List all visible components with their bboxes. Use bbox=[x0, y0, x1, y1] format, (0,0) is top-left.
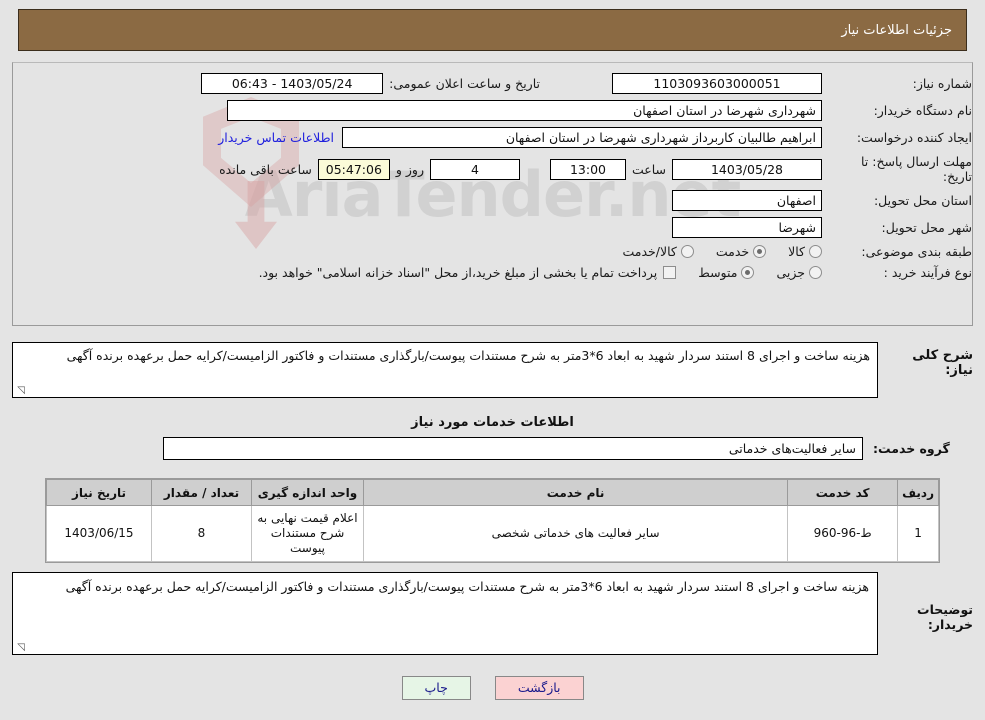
page-root: جزئیات اطلاعات نیاز AriaTender.net شماره… bbox=[0, 0, 985, 720]
th-need-date: تاریخ نیاز bbox=[46, 479, 152, 506]
buyer-org-label: نام دستگاه خریدار: bbox=[873, 103, 972, 118]
footer-actions: بازگشت چاپ bbox=[0, 676, 985, 700]
cell-quantity: 8 bbox=[151, 505, 252, 562]
deadline-label: مهلت ارسال پاسخ: تا تاریخ: bbox=[861, 154, 972, 184]
print-button[interactable]: چاپ bbox=[401, 676, 471, 700]
cell-service-name: سایر فعالیت های خدماتی شخصی bbox=[362, 505, 789, 562]
services-section-title: اطلاعات خدمات مورد نیاز bbox=[411, 415, 574, 430]
buyer-org-field[interactable]: شهرداری شهرضا در استان اصفهان bbox=[227, 100, 822, 121]
buyer-notes-label: توضیحات خریدار: bbox=[917, 602, 973, 632]
delivery-province-field[interactable]: اصفهان bbox=[672, 190, 822, 211]
general-description-text: هزینه ساخت و اجرای 8 استند سردار شهید به… bbox=[66, 348, 870, 363]
row-deadline: مهلت ارسال پاسخ: تا تاریخ: 1403/05/28 سا… bbox=[13, 154, 972, 184]
category-option-goods-service[interactable]: کالا/خدمت bbox=[622, 244, 694, 259]
deadline-countdown-field: 05:47:06 bbox=[317, 158, 390, 180]
radio-minor-label: جزیی bbox=[776, 265, 805, 280]
buyer-notes-field[interactable]: هزینه ساخت و اجرای 8 استند سردار شهید به… bbox=[12, 572, 878, 655]
row-delivery-city: شهر محل تحویل: شهرضا bbox=[13, 217, 972, 238]
payment-note-text: پرداخت تمام یا بخشی از مبلغ خرید،از محل … bbox=[258, 265, 658, 280]
deadline-days-label: روز و bbox=[395, 161, 424, 177]
deadline-countdown-label: ساعت باقی مانده bbox=[219, 161, 312, 177]
radio-minor-icon[interactable] bbox=[809, 266, 822, 279]
radio-medium-label: متوسط bbox=[698, 265, 738, 280]
general-description-field[interactable]: هزینه ساخت و اجرای 8 استند سردار شهید به… bbox=[12, 342, 878, 398]
notes-resize-grip-icon[interactable]: ◹ bbox=[15, 643, 25, 653]
row-purchase-type: نوع فرآیند خرید : جزیی متوسط پرداخت تمام… bbox=[13, 265, 972, 280]
purchase-type-label: نوع فرآیند خرید : bbox=[883, 265, 972, 280]
items-table: ردیف کد خدمت نام خدمت واحد اندازه گیری ت… bbox=[46, 479, 939, 562]
radio-service-icon[interactable] bbox=[753, 245, 767, 258]
page-header: جزئیات اطلاعات نیاز bbox=[18, 9, 967, 51]
radio-goods-service-icon[interactable] bbox=[680, 245, 694, 258]
th-service-name: نام خدمت bbox=[362, 479, 789, 506]
back-button[interactable]: بازگشت bbox=[494, 676, 584, 700]
delivery-city-field[interactable]: شهرضا bbox=[672, 217, 822, 238]
announce-datetime-label: تاریخ و ساعت اعلان عمومی: bbox=[389, 76, 540, 91]
requester-label: ایجاد کننده درخواست: bbox=[856, 130, 972, 145]
page-title: جزئیات اطلاعات نیاز bbox=[841, 22, 952, 38]
delivery-province-label: استان محل تحویل: bbox=[873, 193, 972, 208]
row-need-number: شماره نیاز: 1103093603000051 تاریخ و ساع… bbox=[13, 73, 972, 94]
items-table-header-row: ردیف کد خدمت نام خدمت واحد اندازه گیری ت… bbox=[46, 479, 939, 506]
radio-medium-icon[interactable] bbox=[741, 266, 755, 279]
radio-goods-icon[interactable] bbox=[809, 245, 822, 258]
need-info-panel: AriaTender.net شماره نیاز: 1103093603000… bbox=[12, 62, 973, 326]
service-group-row: گروه خدمت: سایر فعالیت‌های خدماتی bbox=[12, 437, 973, 460]
cell-unit: اعلام قیمت نهایی به شرح مستندات پیوست bbox=[251, 505, 364, 562]
requester-field[interactable]: ابراهیم طالبیان کاربرداز شهرداری شهرضا د… bbox=[342, 127, 822, 148]
buyer-notes-row: توضیحات خریدار: هزینه ساخت و اجرای 8 است… bbox=[12, 572, 973, 655]
table-row: 1 ط-96-960 سایر فعالیت های خدماتی شخصی ا… bbox=[46, 505, 939, 562]
cell-radif: 1 bbox=[897, 505, 939, 562]
radio-service-label: خدمت bbox=[715, 244, 750, 259]
purchase-type-option-medium[interactable]: متوسط bbox=[698, 265, 755, 280]
service-group-field[interactable]: سایر فعالیت‌های خدماتی bbox=[163, 437, 863, 460]
cell-need-date: 1403/06/15 bbox=[46, 505, 152, 562]
delivery-city-label: شهر محل تحویل: bbox=[881, 220, 972, 235]
th-service-code: کد خدمت bbox=[787, 479, 899, 506]
need-info-form: شماره نیاز: 1103093603000051 تاریخ و ساع… bbox=[13, 63, 972, 280]
buyer-contact-link[interactable]: اطلاعات تماس خریدار bbox=[210, 130, 342, 145]
th-quantity: تعداد / مقدار bbox=[151, 479, 252, 506]
th-radif: ردیف bbox=[897, 479, 939, 506]
row-requester: ایجاد کننده درخواست: ابراهیم طالبیان کار… bbox=[13, 127, 972, 148]
category-option-service[interactable]: خدمت bbox=[715, 244, 767, 259]
radio-goods-label: کالا bbox=[788, 244, 805, 259]
need-number-field[interactable]: 1103093603000051 bbox=[612, 73, 822, 94]
category-label: طبقه بندی موضوعی: bbox=[861, 244, 972, 259]
row-delivery-province: استان محل تحویل: اصفهان bbox=[13, 190, 972, 211]
announce-datetime-field[interactable]: 1403/05/24 - 06:43 bbox=[201, 73, 384, 94]
row-buyer-org: نام دستگاه خریدار: شهرداری شهرضا در استا… bbox=[13, 100, 972, 121]
row-category: طبقه بندی موضوعی: کالا خدمت کالا/خدمت bbox=[13, 244, 972, 259]
need-number-label: شماره نیاز: bbox=[912, 76, 972, 91]
cell-service-code: ط-96-960 bbox=[787, 505, 899, 562]
islamic-treasury-checkbox[interactable] bbox=[663, 266, 677, 279]
resize-grip-icon[interactable]: ◹ bbox=[15, 386, 25, 396]
general-description-label: شرح کلی نیاز: bbox=[912, 348, 973, 378]
service-group-label: گروه خدمت: bbox=[873, 441, 950, 456]
th-unit: واحد اندازه گیری bbox=[251, 479, 364, 506]
deadline-date-field[interactable]: 1403/05/28 bbox=[672, 158, 822, 180]
buyer-notes-text: هزینه ساخت و اجرای 8 استند سردار شهید به… bbox=[65, 579, 869, 594]
deadline-days-field[interactable]: 4 bbox=[429, 158, 520, 180]
category-option-goods[interactable]: کالا bbox=[788, 244, 822, 259]
radio-goods-service-label: کالا/خدمت bbox=[622, 244, 677, 259]
deadline-time-label: ساعت bbox=[631, 161, 666, 177]
items-table-wrapper: ردیف کد خدمت نام خدمت واحد اندازه گیری ت… bbox=[45, 478, 940, 563]
general-description-row: شرح کلی نیاز: هزینه ساخت و اجرای 8 استند… bbox=[12, 342, 973, 398]
deadline-time-field[interactable]: 13:00 bbox=[549, 158, 626, 180]
purchase-type-option-minor[interactable]: جزیی bbox=[776, 265, 822, 280]
